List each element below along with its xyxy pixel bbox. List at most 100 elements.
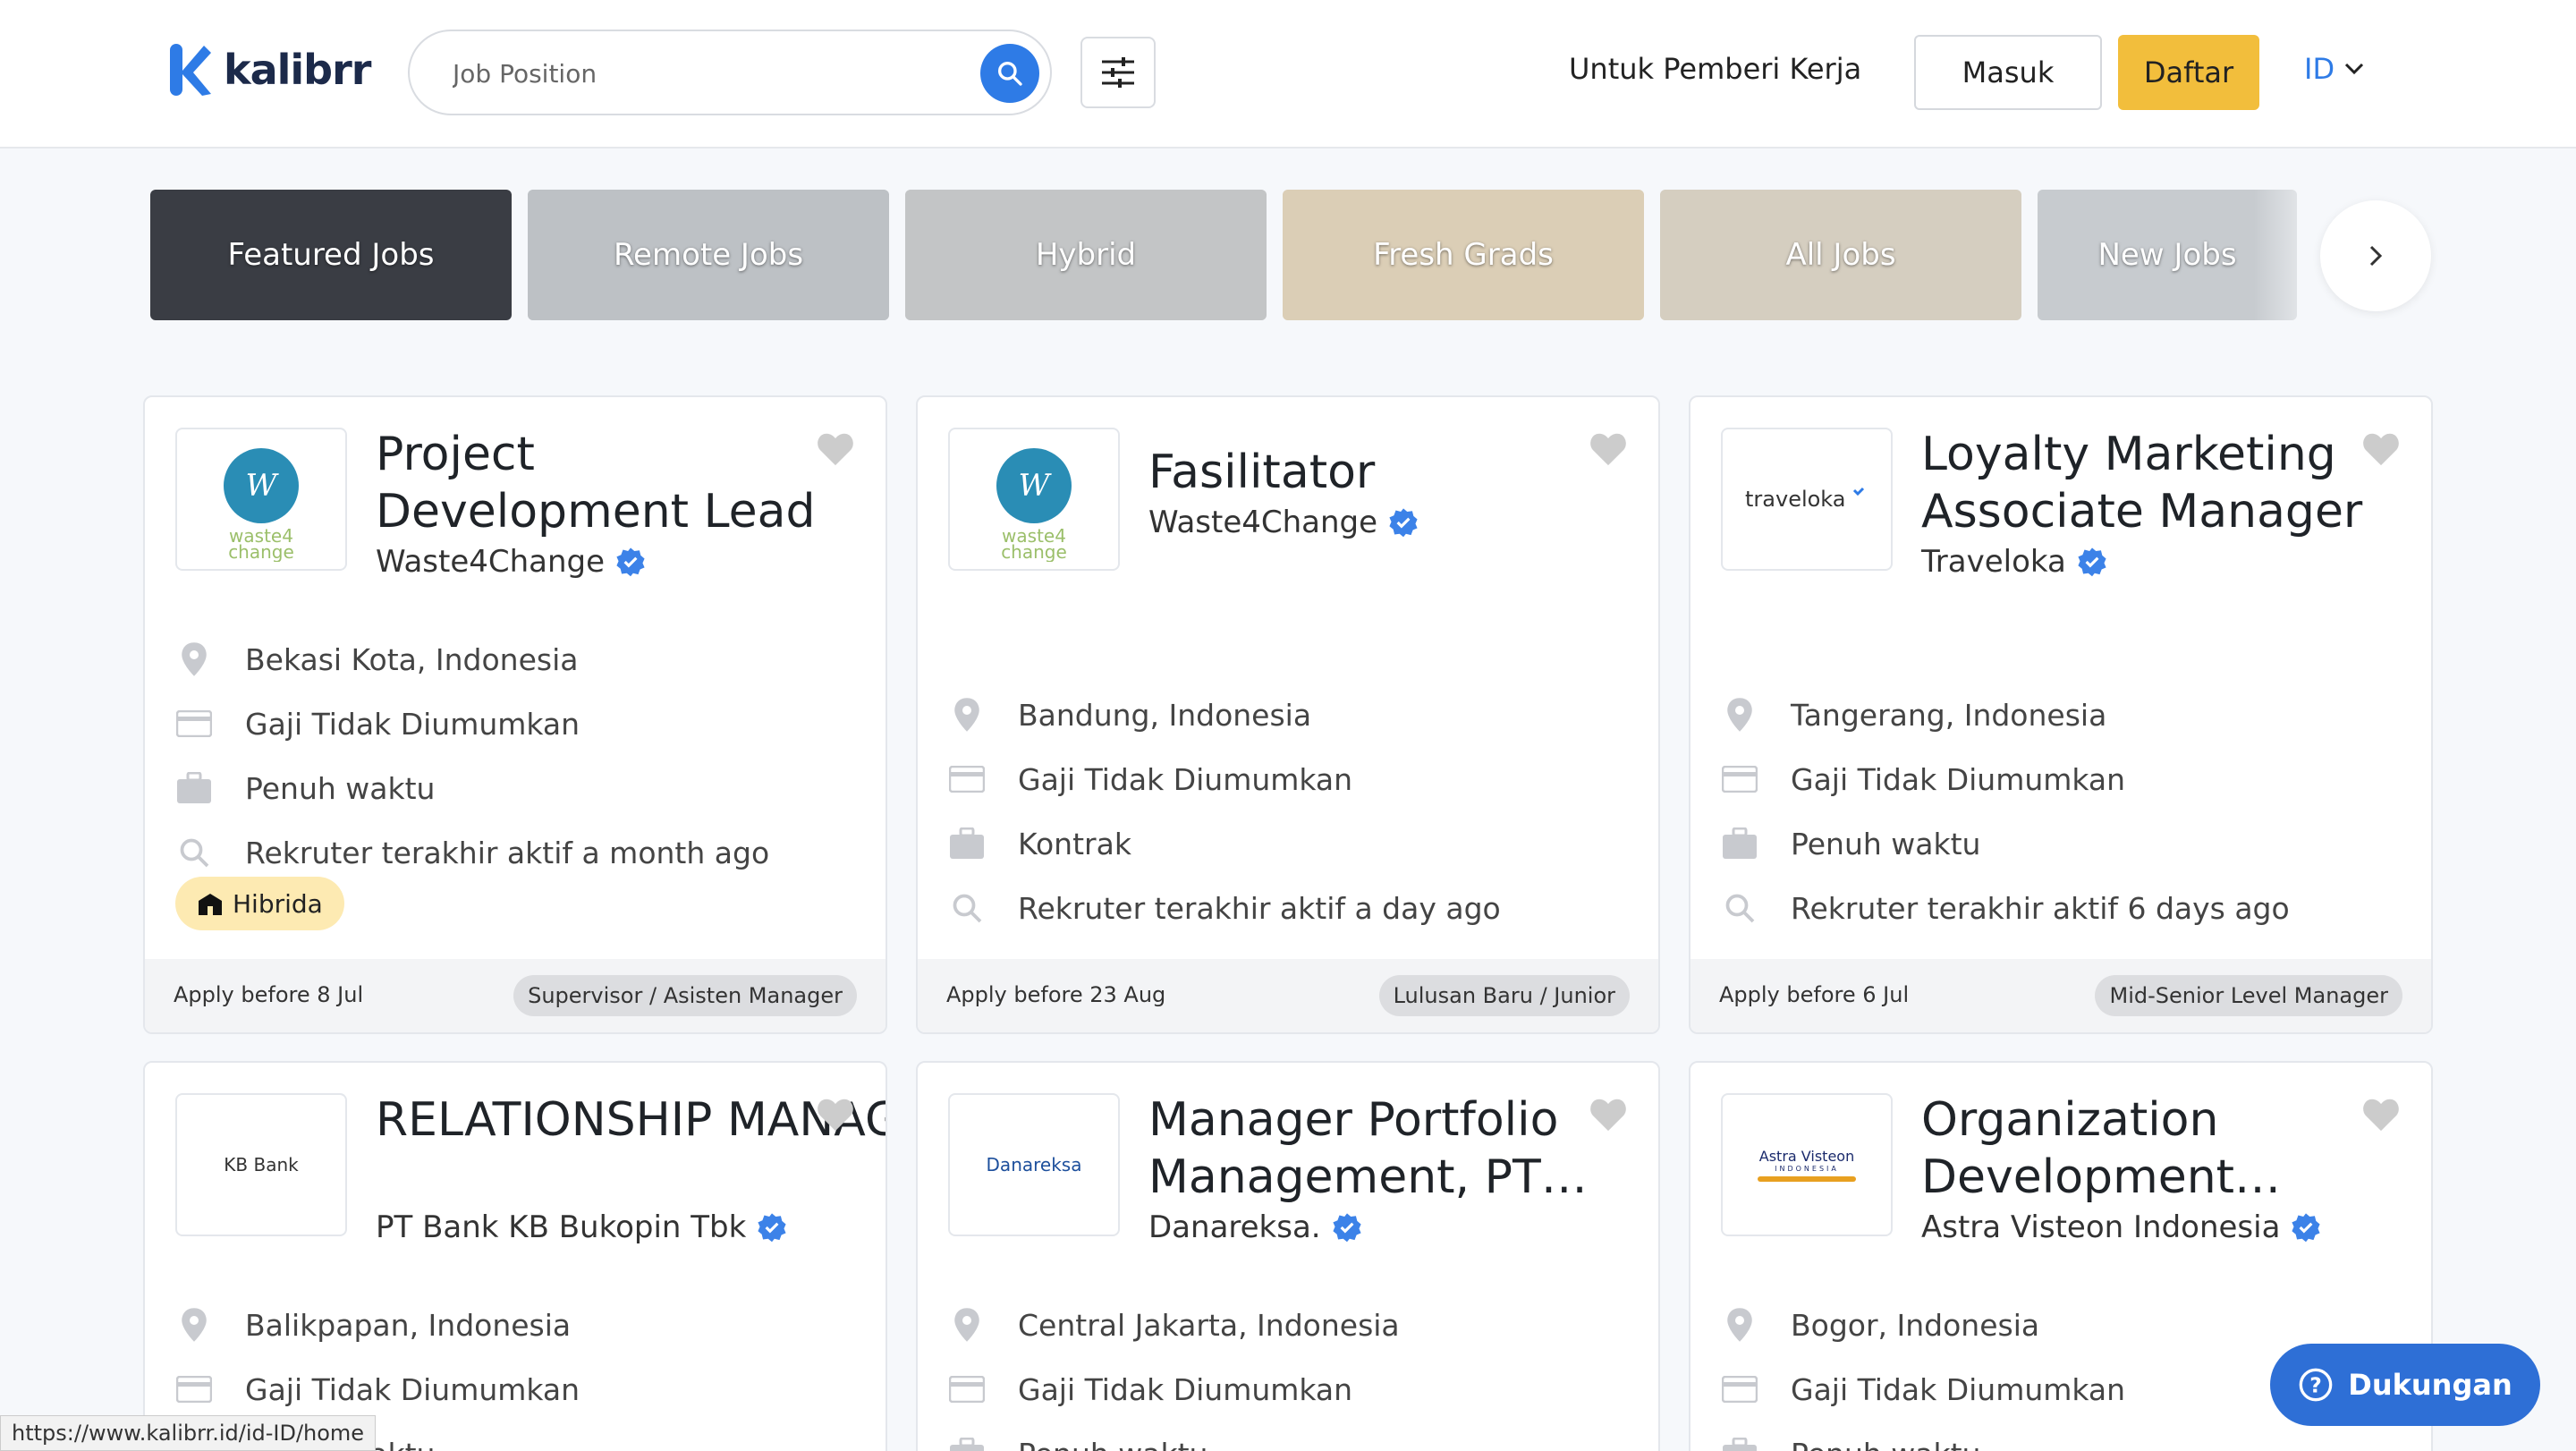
briefcase-icon	[950, 1438, 984, 1451]
location-text: Tangerang, Indonesia	[1791, 697, 2107, 733]
verified-badge-icon	[616, 547, 645, 577]
company-logo: Danareksa	[948, 1093, 1120, 1236]
salary-row: Gaji Tidak Diumumkan	[175, 1370, 580, 1408]
job-title[interactable]: Loyalty Marketing Associate Manager	[1921, 426, 2368, 540]
location-row: Bandung, Indonesia	[948, 696, 1311, 734]
location-pin-icon	[182, 1308, 207, 1342]
location-row: Balikpapan, Indonesia	[175, 1306, 571, 1344]
filter-sliders-icon	[1102, 57, 1134, 88]
job-card[interactable]: traveloka Loyalty Marketing Associate Ma…	[1689, 395, 2433, 1034]
search-input[interactable]	[453, 53, 953, 94]
credit-card-icon	[176, 1376, 212, 1403]
briefcase-icon	[177, 772, 211, 803]
job-type-text: Penuh waktu	[245, 770, 436, 806]
job-card[interactable]: W waste4 change Project Development Lead…	[143, 395, 887, 1034]
category-remote-jobs[interactable]: Remote Jobs	[528, 190, 889, 320]
category-next-button[interactable]	[2320, 200, 2431, 311]
category-fresh-grads[interactable]: Fresh Grads	[1283, 190, 1644, 320]
job-title[interactable]: RELATIONSHIP MANAGER FUNDIN…	[376, 1091, 886, 1149]
heart-icon[interactable]	[2361, 431, 2401, 467]
salary-row: Gaji Tidak Diumumkan	[948, 760, 1352, 798]
credit-card-icon	[949, 766, 985, 793]
company-name[interactable]: Danareksa.	[1148, 1209, 1362, 1245]
company-name[interactable]: Waste4Change	[1148, 505, 1419, 540]
company-logo: KB Bank	[175, 1093, 347, 1236]
job-card[interactable]: KB Bank RELATIONSHIP MANAGER FUNDIN… PT …	[143, 1061, 887, 1451]
category-all-jobs[interactable]: All Jobs	[1660, 190, 2021, 320]
credit-card-icon	[949, 1376, 985, 1403]
job-title[interactable]: Organization Development…	[1921, 1091, 2368, 1206]
kalibrr-logo[interactable]: kalibrr	[170, 43, 371, 97]
briefcase-icon	[1723, 1438, 1757, 1451]
company-name[interactable]: Astra Visteon Indonesia	[1921, 1209, 2321, 1245]
kb-bank-logo-icon: KB Bank	[224, 1154, 299, 1175]
heart-icon[interactable]	[1589, 431, 1628, 467]
traveloka-logo-icon: traveloka	[1745, 487, 1865, 512]
company-name[interactable]: Traveloka	[1921, 544, 2107, 580]
briefcase-icon	[950, 827, 984, 859]
company-label: Waste4Change	[1148, 505, 1378, 540]
heart-icon[interactable]	[2361, 1097, 2401, 1133]
status-bar-url: https://www.kalibrr.id/id-ID/home	[0, 1415, 377, 1451]
job-title[interactable]: Manager Portfolio Management, PT…	[1148, 1091, 1596, 1206]
verified-badge-icon	[758, 1213, 786, 1243]
job-type-text: Kontrak	[1018, 826, 1131, 861]
location-row: Central Jakarta, Indonesia	[948, 1306, 1400, 1344]
support-button[interactable]: ? Dukungan	[2270, 1344, 2540, 1426]
verified-badge-icon	[2292, 1213, 2321, 1243]
heart-icon[interactable]	[1589, 1097, 1628, 1133]
language-selector[interactable]: ID	[2304, 52, 2365, 86]
location-row: Bogor, Indonesia	[1721, 1306, 2039, 1344]
card-footer: Apply before 6 Jul Mid-Senior Level Mana…	[1690, 959, 2431, 1032]
salary-row: Gaji Tidak Diumumkan	[1721, 1370, 2125, 1408]
recruiter-row: Rekruter terakhir aktif a month ago	[175, 834, 769, 871]
location-text: Balikpapan, Indonesia	[245, 1307, 572, 1343]
salary-text: Gaji Tidak Diumumkan	[1791, 1371, 2126, 1407]
salary-row: Gaji Tidak Diumumkan	[1721, 760, 2125, 798]
credit-card-icon	[176, 710, 212, 737]
job-type-row: Penuh waktu	[1721, 1435, 1980, 1451]
job-title[interactable]: Fasilitator	[1148, 444, 1596, 501]
company-label: Traveloka	[1921, 544, 2066, 580]
location-pin-icon	[1727, 698, 1752, 732]
heart-icon[interactable]	[816, 1097, 855, 1133]
help-circle-icon: ?	[2299, 1368, 2333, 1402]
search-icon	[180, 838, 209, 868]
chevron-down-icon	[2345, 63, 2364, 75]
company-label: Waste4Change	[376, 544, 606, 580]
search-bar[interactable]	[408, 30, 1052, 115]
salary-text: Gaji Tidak Diumumkan	[1018, 1371, 1353, 1407]
location-text: Central Jakarta, Indonesia	[1018, 1307, 1400, 1343]
category-featured-jobs[interactable]: Featured Jobs	[150, 190, 512, 320]
search-button[interactable]	[980, 44, 1039, 103]
company-name[interactable]: PT Bank KB Bukopin Tbk	[376, 1209, 787, 1245]
company-name[interactable]: Waste4Change	[376, 544, 646, 580]
waste4change-logo-icon: W waste4 change	[996, 448, 1072, 562]
login-button[interactable]: Masuk	[1914, 35, 2102, 110]
level-badge: Mid-Senior Level Manager	[2095, 975, 2402, 1016]
astra-visteon-logo-subtext: INDONESIA	[1775, 1165, 1839, 1173]
astra-logo-swoosh	[1758, 1176, 1856, 1182]
salary-text: Gaji Tidak Diumumkan	[245, 706, 580, 742]
apply-deadline: Apply before 23 Aug	[946, 982, 1166, 1007]
register-button[interactable]: Daftar	[2118, 35, 2259, 110]
job-type-row: Kontrak	[948, 825, 1131, 862]
salary-text: Gaji Tidak Diumumkan	[1018, 761, 1353, 797]
verified-badge-icon	[1389, 508, 1418, 538]
language-label: ID	[2304, 52, 2335, 86]
job-title[interactable]: Project Development Lead	[376, 426, 823, 540]
svg-text:change: change	[1001, 541, 1067, 562]
filter-button[interactable]	[1080, 37, 1156, 108]
job-card[interactable]: W waste4 change Fasilitator Waste4Change…	[916, 395, 1660, 1034]
level-badge: Lulusan Baru / Junior	[1378, 975, 1630, 1016]
heart-icon[interactable]	[816, 431, 855, 467]
category-hybrid[interactable]: Hybrid	[905, 190, 1267, 320]
employer-link[interactable]: Untuk Pemberi Kerja	[1569, 52, 1861, 86]
company-logo: Astra Visteon INDONESIA	[1721, 1093, 1893, 1236]
job-type-row: Penuh waktu	[948, 1435, 1208, 1451]
job-card[interactable]: Danareksa Manager Portfolio Management, …	[916, 1061, 1660, 1451]
chevron-right-icon	[2369, 245, 2383, 267]
salary-row: Gaji Tidak Diumumkan	[175, 705, 580, 742]
location-pin-icon	[1727, 1308, 1752, 1342]
category-label: Hybrid	[1035, 237, 1137, 273]
